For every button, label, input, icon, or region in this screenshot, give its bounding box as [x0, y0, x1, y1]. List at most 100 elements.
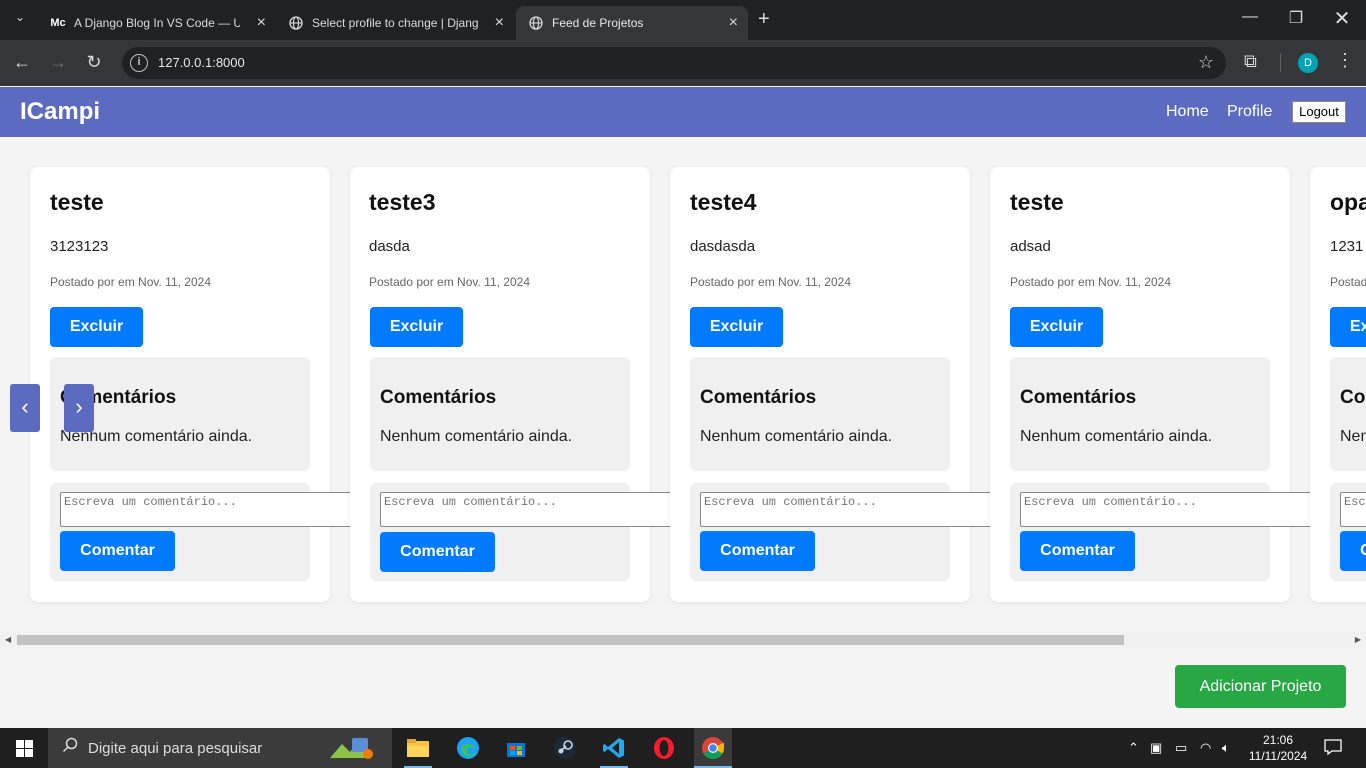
edge-icon[interactable]: [454, 734, 482, 762]
clock-time: 21:06: [1262, 733, 1294, 747]
comment-submit-button[interactable]: Comentar: [1020, 531, 1135, 571]
steam-icon[interactable]: [551, 734, 579, 762]
project-card: teste3 dasda Postado por em Nov. 11, 202…: [350, 167, 683, 602]
project-meta: Postado por em Nov. 11, 2024: [50, 275, 211, 289]
comments-section: Comentários Nenhum comentário ainda.: [1010, 357, 1270, 471]
close-tab-icon[interactable]: ×: [257, 14, 266, 32]
volume-icon[interactable]: 🔈︎: [1222, 740, 1230, 756]
globe-icon: [288, 15, 304, 31]
project-title: teste: [1010, 189, 1064, 215]
bookmark-star-icon[interactable]: ☆: [1198, 52, 1214, 73]
scrollbar-thumb[interactable]: [17, 635, 1124, 645]
taskbar-search-placeholder: Digite aqui para pesquisar: [88, 740, 263, 757]
nav-profile-link[interactable]: Profile: [1227, 103, 1272, 121]
comment-submit-button[interactable]: Comentar: [380, 532, 495, 572]
profile-avatar[interactable]: D: [1298, 53, 1318, 73]
browser-toolbar: ← → ↻ i 127.0.0.1:8000 ☆ ⧉ D ⋮: [0, 40, 1366, 86]
comments-empty-text: Nenhum comentário ainda.: [380, 428, 573, 445]
minimize-icon[interactable]: —: [1238, 8, 1262, 26]
carousel-prev-button[interactable]: ‹: [10, 384, 40, 432]
comments-section: Comentários Nenhum comentário ainda.: [690, 357, 950, 471]
comment-input[interactable]: [380, 492, 683, 527]
close-window-icon[interactable]: ✕: [1330, 6, 1354, 31]
globe-icon: [528, 15, 544, 31]
comments-heading: Comentários: [380, 387, 497, 408]
address-bar[interactable]: i 127.0.0.1:8000 ☆: [122, 47, 1226, 79]
windows-start-icon[interactable]: [16, 740, 33, 757]
file-explorer-icon[interactable]: [404, 734, 432, 762]
browser-tab-active[interactable]: Feed de Projetos ×: [516, 6, 748, 40]
delete-project-button[interactable]: Excluir: [50, 307, 143, 347]
project-meta: Postado por em Nov. 11, 2024: [369, 275, 530, 289]
comment-input[interactable]: [1020, 492, 1323, 527]
project-title: teste4: [690, 189, 757, 215]
project-card: opa 1231 Postado por em Nov. 11, 2024 Ex…: [1310, 167, 1366, 602]
comment-input[interactable]: [700, 492, 1003, 527]
windows-taskbar: Digite aqui para pesquisar ⌃ ▣ ▭ ◠ 🔈︎ 21: [0, 728, 1366, 768]
new-tab-icon[interactable]: +: [758, 8, 770, 31]
site-brand[interactable]: ICampi: [20, 98, 100, 126]
search-icon: [62, 737, 78, 758]
project-description: dasdasda: [690, 238, 756, 255]
browser-tab-bar: ⌄ Mc A Django Blog In VS Code — Up × Sel…: [0, 0, 1366, 40]
battery-icon[interactable]: ▭: [1175, 740, 1187, 756]
tab-title: A Django Blog In VS Code — Up: [74, 16, 240, 30]
project-title: opa: [1330, 189, 1366, 215]
horizontal-scrollbar[interactable]: ◀ ▶: [0, 632, 1366, 648]
comment-submit-button[interactable]: Comentar: [1340, 531, 1366, 571]
wifi-icon[interactable]: ◠: [1200, 740, 1211, 756]
scroll-left-icon[interactable]: ◀: [5, 635, 11, 644]
project-carousel: teste 3123123 Postado por em Nov. 11, 20…: [0, 137, 1366, 637]
restore-icon[interactable]: ❐: [1284, 8, 1308, 28]
comment-form: Comentar: [50, 483, 363, 581]
project-meta: Postado por em Nov. 11, 2024: [1010, 275, 1171, 289]
delete-project-button[interactable]: Excluir: [690, 307, 783, 347]
comments-section: Comentários Nenhum comentário ainda.: [370, 357, 630, 471]
project-title: teste3: [369, 189, 436, 215]
comment-form: Comentar: [690, 483, 1003, 581]
back-icon[interactable]: ←: [10, 52, 34, 73]
project-card: teste adsad Postado por em Nov. 11, 2024…: [990, 167, 1323, 602]
forward-icon[interactable]: →: [46, 52, 70, 73]
address-url[interactable]: 127.0.0.1:8000: [158, 55, 245, 70]
site-info-icon[interactable]: i: [130, 54, 148, 72]
taskbar-clock[interactable]: 21:06 11/11/2024: [1246, 732, 1310, 764]
opera-icon[interactable]: [650, 734, 678, 762]
comments-section: Comentários Nenhum comentário ainda.: [1330, 357, 1366, 471]
logout-button[interactable]: Logout: [1292, 101, 1346, 123]
extensions-icon[interactable]: ⧉: [1244, 51, 1257, 72]
scroll-right-icon[interactable]: ▶: [1355, 635, 1361, 644]
comment-submit-button[interactable]: Comentar: [60, 531, 175, 571]
taskbar-search[interactable]: Digite aqui para pesquisar: [48, 728, 392, 768]
tray-meet-icon[interactable]: ▣: [1150, 740, 1162, 756]
browser-tab[interactable]: Mc A Django Blog In VS Code — Up ×: [38, 6, 276, 40]
comments-empty-text: Nenhum comentário ainda.: [1340, 428, 1366, 445]
reload-icon[interactable]: ↻: [82, 52, 106, 73]
project-description: adsad: [1010, 238, 1051, 255]
tab-search-icon[interactable]: ⌄: [10, 10, 30, 30]
delete-project-button[interactable]: Excluir: [370, 307, 463, 347]
close-tab-icon[interactable]: ×: [495, 14, 504, 32]
project-title: teste: [50, 189, 104, 215]
nav-home-link[interactable]: Home: [1166, 103, 1209, 121]
close-tab-icon[interactable]: ×: [729, 14, 738, 32]
notifications-icon[interactable]: [1324, 738, 1342, 761]
browser-tab[interactable]: Select profile to change | Djang ×: [276, 6, 514, 40]
comment-input[interactable]: [1340, 492, 1366, 527]
add-project-button[interactable]: Adicionar Projeto: [1175, 665, 1346, 708]
comment-input[interactable]: [60, 492, 363, 527]
delete-project-button[interactable]: Excluir: [1330, 307, 1366, 347]
search-highlight-icon: [328, 734, 376, 762]
microsoft-store-icon[interactable]: [502, 734, 530, 762]
tray-overflow-icon[interactable]: ⌃: [1128, 740, 1139, 756]
comment-form: Comentar: [370, 483, 683, 581]
delete-project-button[interactable]: Excluir: [1010, 307, 1103, 347]
project-description: dasda: [369, 238, 410, 255]
chrome-icon[interactable]: [694, 728, 732, 768]
vscode-icon[interactable]: [600, 734, 628, 762]
carousel-next-button[interactable]: ›: [64, 384, 94, 432]
site-header: ICampi Home Profile Logout: [0, 87, 1366, 137]
comment-submit-button[interactable]: Comentar: [700, 531, 815, 571]
menu-kebab-icon[interactable]: ⋮: [1336, 50, 1354, 71]
toolbar-divider: [1280, 54, 1281, 72]
